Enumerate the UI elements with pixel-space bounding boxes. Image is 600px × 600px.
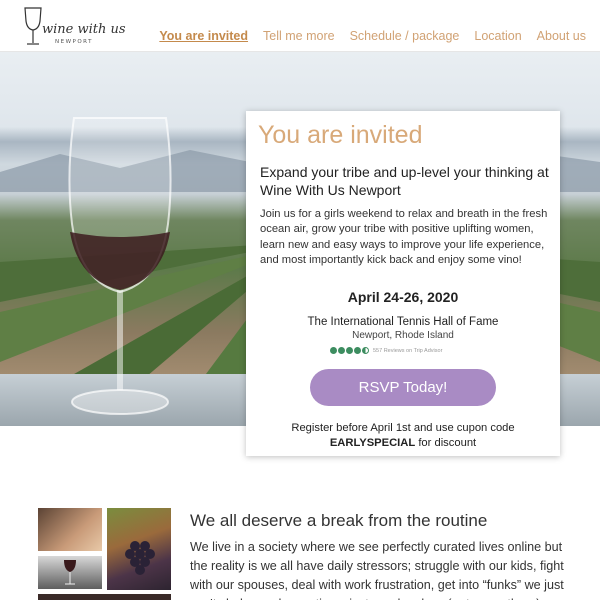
- grapes-photo: [107, 508, 171, 590]
- logo-text: wine with us: [42, 22, 126, 37]
- nav-item-schedule-package[interactable]: Schedule / package: [350, 29, 460, 43]
- site-logo[interactable]: wine with us NEWPORT: [22, 7, 126, 47]
- rating-bubbles-icon: [330, 347, 369, 354]
- invite-card: You are invited Expand your tribe and up…: [246, 111, 560, 456]
- invite-title: You are invited: [258, 121, 423, 149]
- section-body: We live in a society where we see perfec…: [190, 540, 564, 600]
- rsvp-button[interactable]: RSVP Today!: [310, 369, 496, 406]
- nav-item-about-us[interactable]: About us: [537, 29, 586, 43]
- bottom-photo: [38, 594, 171, 600]
- woman-portrait-photo: [38, 508, 102, 551]
- promo-code: EARLYSPECIAL: [329, 437, 416, 449]
- wine-glass-photo: [38, 556, 102, 589]
- review-count: 557 Reviews on Trip Advisor: [373, 347, 443, 354]
- register-text: Register before April 1st and use cupon …: [291, 422, 515, 434]
- invite-description: Join us for a girls weekend to relax and…: [260, 208, 548, 266]
- wine-glass-logo-icon: [24, 7, 42, 45]
- promo-suffix: for discount: [418, 437, 477, 449]
- main-nav: You are invited Tell me more Schedule / …: [144, 29, 586, 43]
- invite-subtitle: Expand your tribe and up-level your thin…: [260, 164, 549, 198]
- nav-item-location[interactable]: Location: [474, 29, 521, 43]
- section-title: We all deserve a break from the routine: [190, 511, 488, 530]
- logo-subtext: NEWPORT: [55, 39, 93, 45]
- wine-glass-icon: [68, 117, 172, 415]
- event-venue: The International Tennis Hall of Fame: [307, 316, 499, 328]
- site-header: wine with us NEWPORT You are invited Tel…: [0, 0, 600, 52]
- event-date: April 24-26, 2020: [347, 289, 459, 305]
- nav-item-tell-me-more[interactable]: Tell me more: [263, 29, 335, 43]
- tripadvisor-rating[interactable]: 557 Reviews on Trip Advisor: [330, 347, 442, 354]
- event-city: Newport, Rhode Island: [352, 330, 454, 341]
- register-note: Register before April 1st and use cupon …: [246, 421, 560, 451]
- nav-item-you-are-invited[interactable]: You are invited: [159, 29, 248, 43]
